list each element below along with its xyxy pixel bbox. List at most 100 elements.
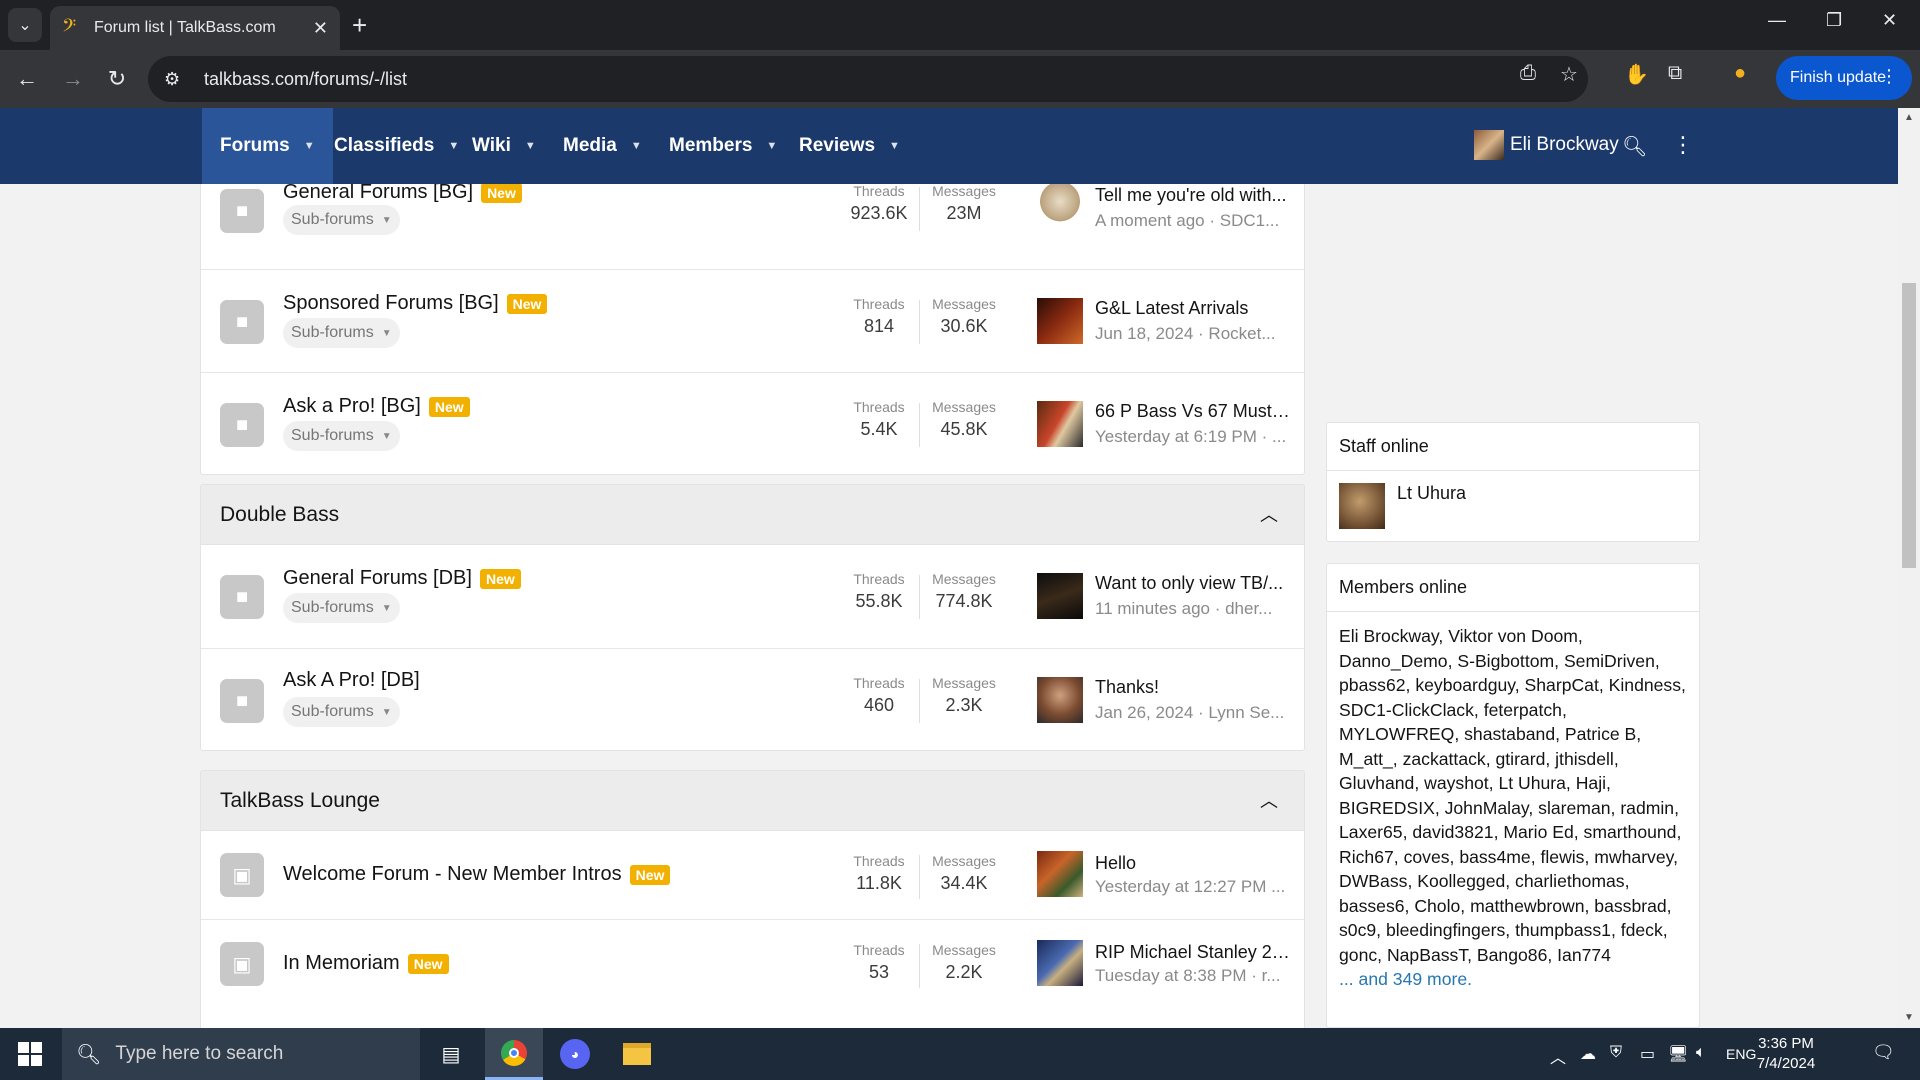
last-post-avatar[interactable] [1037, 851, 1083, 897]
caret-down-icon[interactable]: ▼ [766, 140, 777, 152]
taskbar-clock[interactable]: 3:36 PM 7/4/2024 [1746, 1034, 1826, 1074]
member-link[interactable]: wayshot [1424, 773, 1489, 793]
node-title-text[interactable]: Welcome Forum - New Member Intros [283, 863, 622, 886]
chevron-up-icon[interactable]: ︿ [1550, 1044, 1566, 1068]
more-vert-icon[interactable]: ⋮ [1672, 132, 1694, 158]
last-post-meta[interactable]: Tuesday at 8:38 PM · r... [1095, 966, 1295, 986]
member-link[interactable]: Kindness [1609, 675, 1681, 695]
node-title-text[interactable]: Ask a Pro! [BG] [283, 395, 421, 418]
member-link[interactable]: thumpbass1 [1515, 920, 1611, 940]
last-post-title[interactable]: G&L Latest Arrivals [1095, 298, 1295, 319]
subforums-dropdown[interactable]: Sub-forums ▼ [283, 318, 400, 348]
node-title-text[interactable]: General Forums [DB] [283, 567, 472, 590]
forward-icon[interactable]: → [56, 62, 90, 96]
nav-members[interactable]: Members ▼ [669, 108, 777, 184]
subforums-dropdown[interactable]: Sub-forums ▼ [283, 421, 400, 451]
member-link[interactable]: basses6 [1339, 896, 1405, 916]
caret-down-icon[interactable]: ▼ [889, 140, 900, 152]
new-tab-icon[interactable]: + [352, 12, 367, 38]
last-post-avatar[interactable] [1037, 401, 1083, 447]
search-icon[interactable]: 🔍︎ [1622, 134, 1647, 159]
volume-icon[interactable]: 🔈︎ [1696, 1044, 1706, 1062]
address-bar[interactable]: ⚙ talkbass.com/forums/-/list [148, 56, 1588, 102]
nav-reviews[interactable]: Reviews ▼ [799, 108, 900, 184]
member-link[interactable]: s0c9 [1339, 920, 1376, 940]
last-post-avatar[interactable] [1037, 184, 1083, 229]
member-link[interactable]: Gluvhand [1339, 773, 1414, 793]
last-post-meta[interactable]: Jun 18, 2024 · Rocket... [1095, 324, 1295, 344]
browser-tab[interactable]: 𝄢 Forum list | TalkBass.com ✕ [50, 6, 340, 50]
member-link[interactable]: feterpatch [1484, 700, 1562, 720]
subforums-dropdown[interactable]: Sub-forums ▼ [283, 697, 400, 727]
chevron-up-icon[interactable]: ︿ [1260, 501, 1278, 527]
node-title[interactable]: General Forums [BG] New [283, 184, 522, 204]
subforums-dropdown[interactable]: Sub-forums ▼ [283, 205, 400, 235]
network-icon[interactable]: 🖥︎ [1668, 1044, 1688, 1064]
member-link[interactable]: BIGREDSIX [1339, 798, 1435, 818]
last-post-title[interactable]: 66 P Bass Vs 67 Musta... [1095, 401, 1295, 422]
member-link[interactable]: keyboardguy [1415, 675, 1514, 695]
back-icon[interactable]: ← [10, 62, 44, 96]
avatar[interactable] [1339, 483, 1385, 529]
member-link[interactable]: radmin [1620, 798, 1674, 818]
nav-classifieds[interactable]: Classifieds ▼ [334, 108, 459, 184]
chrome-taskbar-icon[interactable] [485, 1028, 543, 1080]
member-link[interactable]: pbass62 [1339, 675, 1406, 695]
taskbar-search[interactable]: 🔍︎ Type here to search [62, 1028, 420, 1080]
last-post-avatar[interactable] [1037, 298, 1083, 344]
discord-taskbar-icon[interactable]: ◕ [546, 1028, 604, 1080]
close-window-icon[interactable]: ✕ [1882, 10, 1897, 31]
chevron-up-icon[interactable]: ︿ [1260, 787, 1278, 813]
member-link[interactable]: flewis [1540, 847, 1584, 867]
member-link[interactable]: S-Bigbottom [1457, 651, 1554, 671]
node-title[interactable]: Ask A Pro! [DB] [283, 669, 420, 692]
member-link[interactable]: SDC1-ClickClack [1339, 700, 1474, 720]
security-icon[interactable]: ⛨ [1610, 1044, 1622, 1062]
file-explorer-taskbar-icon[interactable] [608, 1028, 666, 1080]
member-link[interactable]: gonc [1339, 945, 1377, 965]
member-link[interactable]: gtirard [1495, 749, 1545, 769]
member-link[interactable]: Patrice B [1565, 724, 1636, 744]
member-link[interactable]: smarthound [1584, 822, 1677, 842]
page-scrollbar[interactable]: ▲ ▼ [1898, 108, 1920, 1028]
last-post-meta[interactable]: Jan 26, 2024 · Lynn Se... [1095, 703, 1295, 723]
member-link[interactable]: matthewbrown [1470, 896, 1584, 916]
last-post-title[interactable]: Thanks! [1095, 677, 1295, 698]
member-link[interactable]: bleedingfingers [1386, 920, 1505, 940]
member-link[interactable]: JohnMalay [1445, 798, 1529, 818]
member-link[interactable]: fdeck [1621, 920, 1663, 940]
member-link[interactable]: slareman [1538, 798, 1610, 818]
staff-name[interactable]: Lt Uhura [1397, 483, 1466, 504]
caret-down-icon[interactable]: ▼ [448, 140, 459, 152]
member-link[interactable]: mwharvey [1594, 847, 1673, 867]
member-link[interactable]: SemiDriven [1564, 651, 1655, 671]
site-info-icon[interactable]: ⚙ [164, 69, 194, 90]
member-link[interactable]: Bango86 [1477, 945, 1547, 965]
caret-down-icon[interactable]: ▼ [631, 140, 642, 152]
battery-icon[interactable]: ▭ [1640, 1044, 1655, 1064]
member-link[interactable]: MYLOWFREQ [1339, 724, 1454, 744]
last-post-title[interactable]: RIP Michael Stanley 21... [1095, 942, 1295, 963]
member-link[interactable]: Rich67 [1339, 847, 1394, 867]
profile-avatar-icon[interactable]: ● [1734, 62, 1746, 85]
install-app-icon[interactable]: ⎙ [1520, 62, 1536, 85]
finish-update-button[interactable]: Finish update ⋮ [1776, 56, 1912, 100]
last-post-meta[interactable]: A moment ago · SDC1... [1095, 211, 1295, 231]
node-title-text[interactable]: In Memoriam [283, 952, 400, 975]
notifications-icon[interactable]: 🗨︎ [1872, 1042, 1895, 1063]
member-link[interactable]: bassbrad [1594, 896, 1666, 916]
member-link[interactable]: Laxer65 [1339, 822, 1403, 842]
node-title-text[interactable]: Ask A Pro! [DB] [283, 669, 420, 692]
member-link[interactable]: Mario Ed [1503, 822, 1573, 842]
category-header[interactable]: TalkBass Lounge ︿ [201, 771, 1304, 831]
subforums-dropdown[interactable]: Sub-forums ▼ [283, 593, 400, 623]
member-link[interactable]: Haji [1576, 773, 1606, 793]
member-link[interactable]: jthisdell [1555, 749, 1614, 769]
member-link[interactable]: charliethomas [1515, 871, 1625, 891]
tab-search-button[interactable]: ⌄ [8, 8, 42, 42]
task-view-icon[interactable]: ▤ [422, 1028, 480, 1080]
scrollbar-thumb[interactable] [1902, 283, 1916, 568]
node-title-text[interactable]: General Forums [BG] [283, 184, 473, 204]
extension-icon[interactable]: ✋ [1624, 62, 1649, 87]
onedrive-cloud-icon[interactable]: ☁ [1580, 1044, 1596, 1064]
